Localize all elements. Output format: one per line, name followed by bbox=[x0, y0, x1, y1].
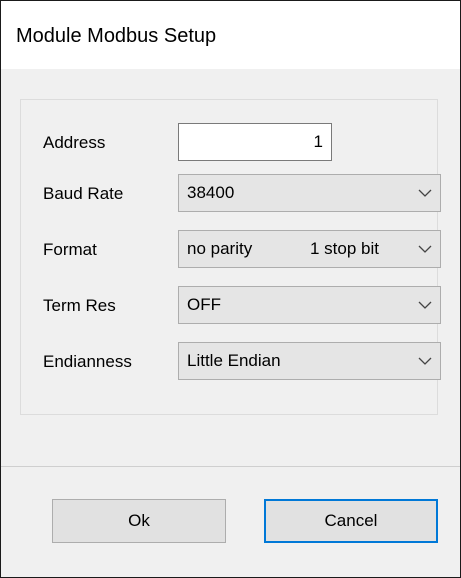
baud-rate-label: Baud Rate bbox=[43, 184, 124, 203]
chevron-down-icon bbox=[418, 357, 432, 365]
format-stop-bit-value: 1 stop bit bbox=[310, 239, 379, 258]
chevron-down-icon bbox=[418, 189, 432, 197]
term-res-value: OFF bbox=[187, 295, 221, 314]
chevron-down-icon bbox=[418, 245, 432, 253]
baud-rate-select[interactable]: 38400 bbox=[178, 174, 441, 212]
format-label: Format bbox=[43, 240, 97, 259]
baud-rate-value: 38400 bbox=[187, 183, 235, 202]
endianness-select[interactable]: Little Endian bbox=[178, 342, 441, 380]
ok-button[interactable]: Ok bbox=[52, 499, 226, 543]
address-row: Address 1 bbox=[21, 123, 437, 163]
footer-divider bbox=[1, 466, 460, 467]
format-parity-value: no parity bbox=[187, 239, 253, 258]
term-res-row: Term Res OFF bbox=[21, 286, 441, 326]
format-select[interactable]: no parity 1 stop bit bbox=[178, 230, 441, 268]
dialog-title: Module Modbus Setup bbox=[16, 25, 217, 47]
cancel-button[interactable]: Cancel bbox=[264, 499, 438, 543]
modbus-setup-dialog: Module Modbus Setup Address 1 Baud Rate … bbox=[0, 0, 461, 578]
address-label: Address bbox=[43, 133, 106, 152]
address-input[interactable]: 1 bbox=[178, 123, 332, 161]
chevron-down-icon bbox=[418, 301, 432, 309]
title-bar: Module Modbus Setup bbox=[1, 1, 460, 69]
term-res-label: Term Res bbox=[43, 296, 116, 315]
endianness-row: Endianness Little Endian bbox=[21, 342, 441, 382]
settings-group: Address 1 Baud Rate 38400 Format no pari… bbox=[20, 99, 441, 415]
term-res-select[interactable]: OFF bbox=[178, 286, 441, 324]
baud-rate-row: Baud Rate 38400 bbox=[21, 174, 441, 214]
endianness-value: Little Endian bbox=[187, 351, 281, 370]
format-row: Format no parity 1 stop bit bbox=[21, 230, 441, 270]
endianness-label: Endianness bbox=[43, 352, 132, 371]
